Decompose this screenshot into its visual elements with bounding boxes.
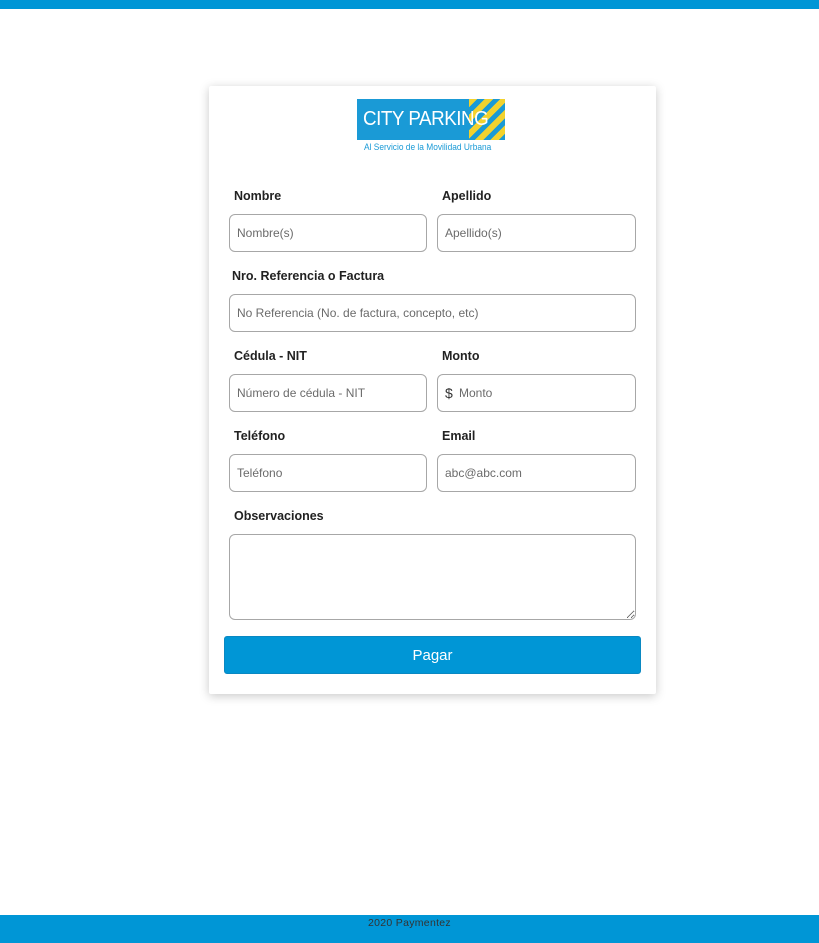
top-accent-bar bbox=[0, 0, 819, 9]
city-parking-logo: CITY PARKING Al Servicio de la Movilidad… bbox=[357, 99, 505, 155]
apellido-input[interactable] bbox=[437, 214, 636, 252]
dollar-sign-icon: $ bbox=[445, 385, 453, 401]
logo-text: CITY PARKING bbox=[363, 108, 489, 130]
telefono-label: Teléfono bbox=[234, 429, 286, 443]
referencia-label: Nro. Referencia o Factura bbox=[232, 269, 385, 283]
nombre-input[interactable] bbox=[229, 214, 427, 252]
payment-form-card: CITY PARKING Al Servicio de la Movilidad… bbox=[209, 86, 656, 694]
monto-field[interactable]: $ bbox=[437, 374, 636, 412]
apellido-label: Apellido bbox=[442, 189, 492, 203]
pagar-button[interactable]: Pagar bbox=[224, 636, 641, 674]
referencia-input[interactable] bbox=[229, 294, 636, 332]
observaciones-label: Observaciones bbox=[234, 509, 324, 523]
nombre-label: Nombre bbox=[234, 189, 282, 203]
email-input[interactable] bbox=[437, 454, 636, 492]
footer-copyright: 2020 Paymentez bbox=[367, 917, 451, 929]
observaciones-textarea[interactable] bbox=[229, 534, 636, 620]
cedula-input[interactable] bbox=[229, 374, 427, 412]
email-label: Email bbox=[442, 429, 476, 443]
footer-bar: 2020 Paymentez bbox=[0, 915, 819, 943]
logo-badge: CITY PARKING bbox=[357, 99, 505, 140]
monto-input[interactable] bbox=[459, 376, 629, 410]
monto-label: Monto bbox=[442, 349, 480, 363]
telefono-input[interactable] bbox=[229, 454, 427, 492]
logo-tagline: Al Servicio de la Movilidad Urbana bbox=[364, 142, 492, 153]
cedula-label: Cédula - NIT bbox=[234, 349, 307, 363]
